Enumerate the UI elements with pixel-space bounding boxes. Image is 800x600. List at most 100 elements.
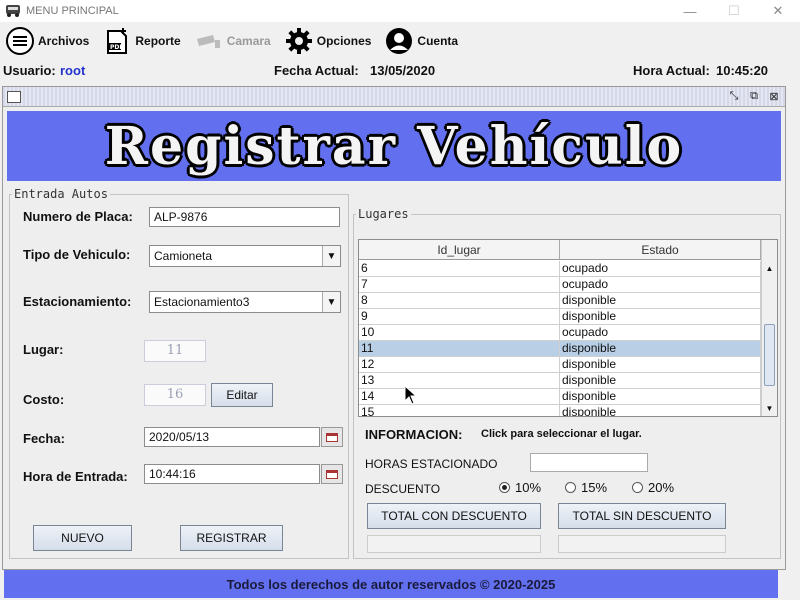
close-frame-button[interactable]: ⊠ [767,90,781,104]
placa-input[interactable]: ALP-9876 [149,207,340,227]
nuevo-button[interactable]: NUEVO [33,525,132,551]
title-banner: Registrar Vehículo [7,111,781,181]
chevron-down-icon[interactable]: ▼ [322,246,340,266]
chevron-down-icon[interactable]: ▼ [322,292,340,312]
mouse-cursor-icon [404,385,418,405]
hora-actual-value: 10:45:20 [716,63,769,78]
table-scrollbar[interactable]: ▲ ▼ [761,240,777,416]
table-row[interactable]: 11 disponible [359,341,761,357]
bus-app-icon [4,4,22,18]
table-row[interactable]: 15 disponible [359,405,761,416]
total-con-descuento-field [367,535,541,553]
column-header-estado[interactable]: Estado [560,240,761,259]
descuento-radio-20[interactable]: 20% [632,480,674,495]
cell-estado: disponible [560,309,761,324]
hora-calendar-button[interactable] [321,464,343,484]
cell-id-lugar: 12 [359,357,560,372]
archivos-label: Archivos [38,34,90,48]
usuario-label: Usuario: [3,63,56,78]
horas-estacionado-label: HORAS ESTACIONADO [365,457,498,471]
minimize-button[interactable]: — [668,0,712,22]
descuento-radio-10[interactable]: 10% [499,480,541,495]
estacionamiento-value: Estacionamiento3 [154,295,250,309]
lugar-label: Lugar: [23,342,64,357]
descuento-label: DESCUENTO [365,482,441,496]
user-account-icon [385,27,413,55]
cell-estado: disponible [560,405,761,416]
footer-bar: Todos los derechos de autor reservados ©… [4,570,778,598]
table-row[interactable]: 8 disponible [359,293,761,309]
iconify-button[interactable]: ⤡ [727,90,741,104]
placa-label: Numero de Placa: [23,209,133,224]
cell-id-lugar: 11 [359,341,560,356]
reporte-button[interactable]: PDF Reporte [103,27,181,55]
calendar-icon [326,469,338,479]
archivos-menu-button[interactable]: Archivos [6,27,89,55]
costo-field: 16 [144,384,206,406]
maximize-button[interactable]: ☐ [712,0,756,22]
estacionamiento-label: Estacionamiento: [23,294,132,309]
total-con-descuento-button[interactable]: TOTAL CON DESCUENTO [367,503,541,529]
cell-estado: disponible [560,357,761,372]
scroll-up-icon[interactable]: ▲ [762,260,777,276]
window-titlebar: MENU PRINCIPAL — ☐ ✕ [0,0,800,22]
registrar-vehiculo-window: ⤡ ⧉ ⊠ Registrar Vehículo Entrada Autos N… [2,86,786,570]
scrollbar-thumb[interactable] [764,324,775,386]
cell-estado: disponible [560,389,761,404]
copyright-text: Todos los derechos de autor reservados ©… [226,576,556,592]
camara-button[interactable]: Camara [195,27,271,55]
hora-entrada-input[interactable]: 10:44:16 [144,464,320,484]
lugares-legend: Lugares [358,207,409,221]
cell-estado: disponible [560,341,761,356]
cuenta-label: Cuenta [417,34,459,48]
descuento-radio-15[interactable]: 15% [565,480,607,495]
table-row[interactable]: 10 ocupado [359,325,761,341]
opciones-button[interactable]: Opciones [285,27,372,55]
close-button[interactable]: ✕ [756,0,800,22]
cell-estado: ocupado [560,261,761,276]
radio-unselected-icon [632,482,643,493]
table-row[interactable]: 7 ocupado [359,277,761,293]
reporte-label: Reporte [135,34,181,48]
radio-unselected-icon [565,482,576,493]
maximize-frame-button[interactable]: ⧉ [747,90,761,104]
frame-icon [7,90,21,103]
total-sin-descuento-button[interactable]: TOTAL SIN DESCUENTO [558,503,726,529]
opciones-label: Opciones [316,34,372,48]
costo-label: Costo: [23,392,65,407]
table-row[interactable]: 9 disponible [359,309,761,325]
fecha-actual-label: Fecha Actual: [274,63,359,78]
fecha-input[interactable]: 2020/05/13 [144,427,320,447]
informacion-label: INFORMACION: [365,427,463,442]
window-title: MENU PRINCIPAL [26,5,119,17]
internal-frame-titlebar: ⤡ ⧉ ⊠ [3,87,785,107]
table-row[interactable]: 6 ocupado [359,261,761,277]
radio-20-label: 20% [648,480,675,495]
cuenta-button[interactable]: Cuenta [385,27,458,55]
lugares-table[interactable]: Id_lugar Estado 6 ocupado 7 ocupado 8 disponi… [358,239,778,417]
svg-text:PDF: PDF [110,44,123,51]
radio-selected-icon [499,482,510,493]
tipo-vehiculo-select[interactable]: Camioneta ▼ [149,245,341,267]
table-row[interactable]: 12 disponible [359,357,761,373]
gear-icon [285,27,313,55]
entrada-autos-legend: Entrada Autos [14,187,108,201]
editar-button[interactable]: Editar [211,383,273,407]
menu-circle-icon [6,27,34,55]
hora-entrada-label: Hora de Entrada: [23,469,128,484]
table-row[interactable]: 14 disponible [359,389,761,405]
radio-15-label: 15% [581,480,608,495]
cell-id-lugar: 10 [359,325,560,340]
entrada-autos-panel: Entrada Autos [9,187,349,559]
fecha-actual-value: 13/05/2020 [370,63,436,78]
fecha-label: Fecha: [23,431,65,446]
cell-id-lugar: 14 [359,389,560,404]
column-header-id-lugar[interactable]: Id_lugar [359,240,560,259]
registrar-button[interactable]: REGISTRAR [180,525,283,551]
estacionamiento-select[interactable]: Estacionamiento3 ▼ [149,291,341,313]
main-toolbar: Archivos PDF Reporte Camara Opciones Cue… [0,22,800,60]
lugar-field: 11 [144,340,206,362]
table-row[interactable]: 13 disponible [359,373,761,389]
fecha-calendar-button[interactable] [321,427,343,447]
scroll-down-icon[interactable]: ▼ [762,400,777,416]
